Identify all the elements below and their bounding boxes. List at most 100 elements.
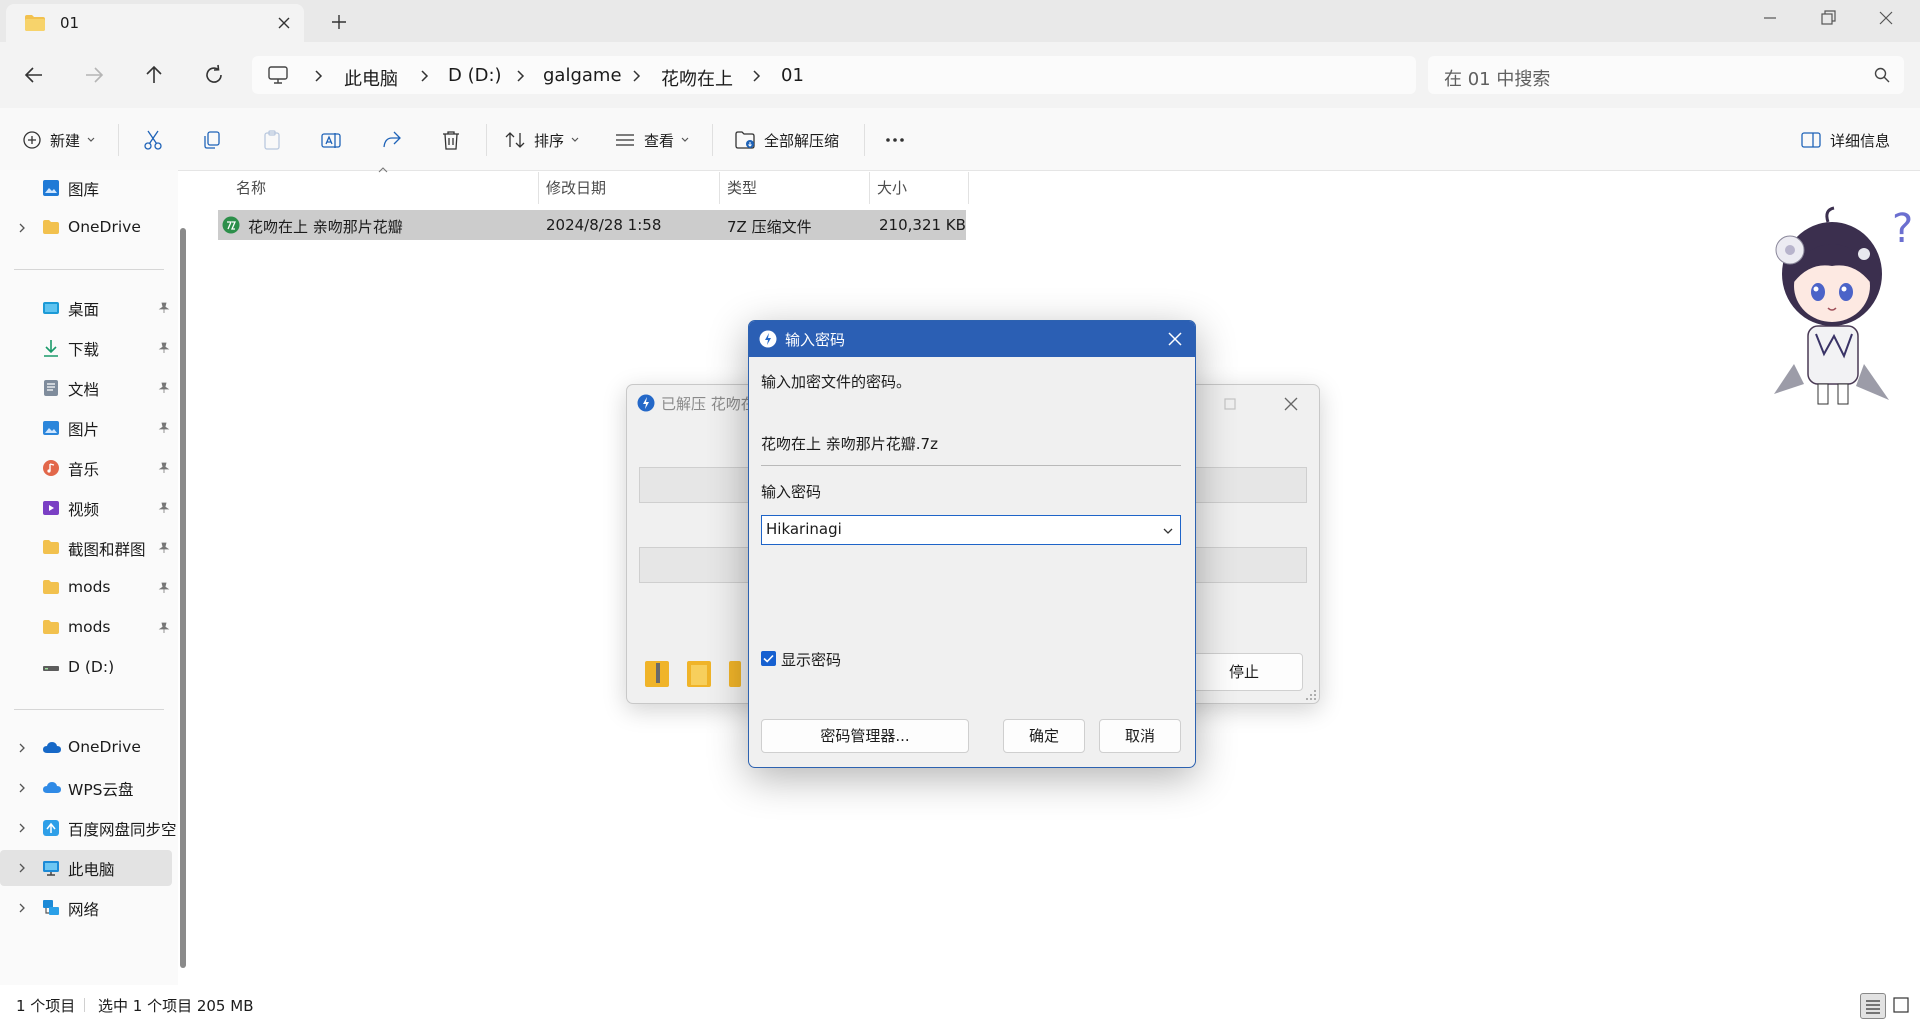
resize-grip-icon[interactable]	[1305, 689, 1317, 701]
address-bar[interactable]: 此电脑 D (D:) galgame 花吻在上 01	[252, 56, 1416, 94]
delete-button[interactable]	[440, 129, 470, 151]
chevron-right-icon[interactable]	[16, 822, 28, 834]
column-header-size[interactable]: 大小	[877, 177, 907, 203]
sidebar-item-this-pc[interactable]: 此电脑	[0, 850, 172, 886]
sidebar-item-documents[interactable]: 文档	[0, 370, 172, 406]
sidebar-item-screenshots[interactable]: 截图和群图	[0, 530, 172, 566]
chevron-right-icon[interactable]	[16, 222, 28, 234]
plus-circle-icon	[23, 131, 41, 149]
column-header-date[interactable]: 修改日期	[546, 177, 606, 203]
delete-icon	[443, 131, 459, 150]
copy-button[interactable]	[201, 129, 231, 151]
pin-icon[interactable]	[158, 502, 170, 514]
chevron-right-icon[interactable]	[16, 862, 28, 874]
view-button[interactable]: 查看	[614, 129, 698, 151]
extract-all-button[interactable]: 全部解压缩	[734, 129, 839, 151]
column-header-type[interactable]: 类型	[727, 177, 757, 203]
sidebar-item-network[interactable]: 网络	[0, 890, 172, 926]
chevron-down-icon[interactable]	[1162, 525, 1174, 537]
maximize-icon[interactable]	[1223, 397, 1237, 411]
download-icon	[42, 339, 60, 357]
search-input[interactable]: 在 01 中搜索	[1428, 56, 1904, 94]
pin-icon[interactable]	[158, 422, 170, 434]
pin-icon[interactable]	[158, 302, 170, 314]
pin-icon[interactable]	[158, 622, 170, 634]
column-divider[interactable]	[869, 172, 870, 204]
chevron-right-icon[interactable]	[16, 742, 28, 754]
close-icon[interactable]	[1167, 331, 1183, 347]
sidebar-item-wps-cloud[interactable]: WPS云盘	[0, 770, 172, 806]
more-options-button[interactable]	[884, 129, 914, 151]
sidebar-item-drive-d[interactable]: D (D:)	[0, 650, 172, 686]
column-divider[interactable]	[538, 172, 539, 204]
cut-button[interactable]	[142, 129, 172, 151]
cut-icon	[144, 130, 162, 150]
share-button[interactable]	[380, 129, 410, 151]
breadcrumb-galgame[interactable]: galgame	[543, 65, 622, 86]
file-row[interactable]: 花吻在上 亲吻那片花瓣 2024/8/28 1:58 7Z 压缩文件 210,3…	[218, 210, 966, 240]
mascot-image: ?	[1764, 204, 1914, 412]
breadcrumb-huawen[interactable]: 花吻在上	[661, 65, 733, 91]
details-view-button[interactable]	[1860, 993, 1886, 1019]
pin-icon[interactable]	[158, 582, 170, 594]
sort-button[interactable]: 排序	[504, 129, 588, 151]
ok-button[interactable]: 确定	[1003, 719, 1085, 753]
divider	[486, 124, 487, 156]
sidebar-item-pictures[interactable]: 图片	[0, 410, 172, 446]
sidebar-item-videos[interactable]: 视频	[0, 490, 172, 526]
breadcrumb-this-pc[interactable]: 此电脑	[344, 65, 398, 91]
show-password-checkbox[interactable]	[761, 651, 776, 666]
sidebar-item-onedrive[interactable]: OneDrive	[0, 210, 172, 246]
restore-icon[interactable]	[1818, 8, 1838, 28]
sidebar-item-onedrive-cloud[interactable]: OneDrive	[0, 730, 172, 766]
pin-icon[interactable]	[158, 542, 170, 554]
paste-button[interactable]	[261, 129, 291, 151]
sidebar-item-baidu-sync[interactable]: 百度网盘同步空	[0, 810, 176, 846]
sidebar-item-downloads[interactable]: 下载	[0, 330, 172, 366]
breadcrumb-01[interactable]: 01	[781, 65, 804, 86]
column-divider[interactable]	[719, 172, 720, 204]
cancel-button[interactable]: 取消	[1099, 719, 1181, 753]
rename-button[interactable]	[320, 129, 350, 151]
password-manager-button[interactable]: 密码管理器...	[761, 719, 969, 753]
refresh-icon[interactable]	[202, 63, 226, 87]
minimize-icon[interactable]	[1760, 8, 1780, 28]
new-button[interactable]: 新建	[22, 129, 104, 151]
pin-icon[interactable]	[158, 462, 170, 474]
column-divider[interactable]	[968, 172, 969, 204]
show-password-label[interactable]: 显示密码	[781, 649, 841, 670]
sidebar-scrollbar[interactable]	[180, 228, 186, 968]
chevron-right-icon[interactable]	[16, 902, 28, 914]
chevron-right-icon	[514, 70, 526, 82]
password-input[interactable]: Hikarinagi	[761, 515, 1181, 545]
tab-01[interactable]: 01	[6, 4, 304, 42]
pin-icon[interactable]	[158, 342, 170, 354]
divider	[14, 269, 164, 270]
close-icon[interactable]	[1283, 396, 1299, 412]
file-type: 7Z 压缩文件	[727, 218, 812, 236]
sidebar-item-mods[interactable]: mods	[0, 570, 172, 606]
tiles-view-button[interactable]	[1892, 996, 1910, 1014]
sidebar-item-mods-2[interactable]: mods	[0, 610, 172, 646]
sidebar-item-gallery[interactable]: 图库	[0, 170, 172, 206]
breadcrumb-drive-d[interactable]: D (D:)	[448, 65, 502, 86]
new-label: 新建	[50, 131, 81, 150]
close-window-icon[interactable]	[1876, 8, 1896, 28]
new-tab-icon[interactable]	[330, 13, 348, 31]
up-arrow-icon[interactable]	[142, 63, 166, 87]
back-arrow-icon[interactable]	[22, 63, 46, 87]
sidebar-item-desktop[interactable]: 桌面	[0, 290, 172, 326]
sidebar-item-music[interactable]: 音乐	[0, 450, 172, 486]
column-header-name[interactable]: 名称	[236, 177, 266, 203]
document-icon	[42, 379, 60, 397]
details-pane-button[interactable]: 详细信息	[1800, 129, 1890, 151]
chevron-right-icon[interactable]	[16, 782, 28, 794]
stop-button[interactable]: 停止	[1185, 653, 1303, 691]
forward-arrow-icon[interactable]	[82, 63, 106, 87]
chevron-down-icon	[571, 137, 579, 142]
pin-icon[interactable]	[158, 382, 170, 394]
folder-icon	[685, 657, 713, 689]
password-value: Hikarinagi	[766, 520, 842, 538]
chevron-right-icon	[630, 70, 642, 82]
close-tab-icon[interactable]	[276, 15, 292, 31]
